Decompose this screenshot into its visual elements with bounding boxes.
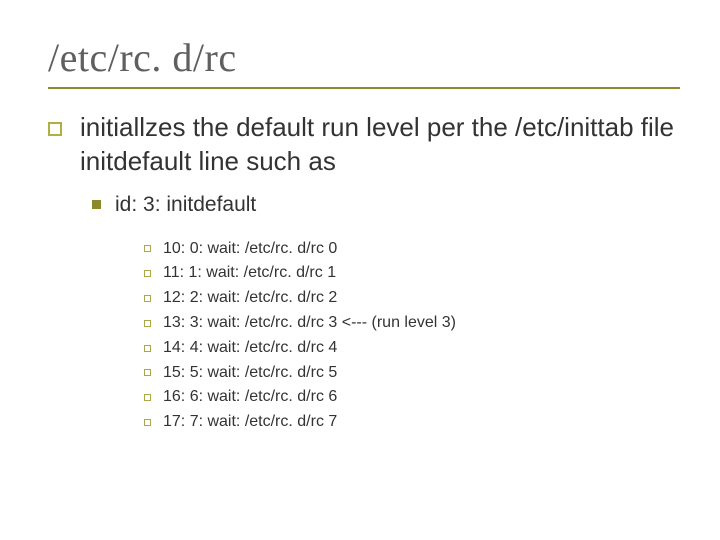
bullet-level2: id: 3: initdefault bbox=[92, 193, 680, 217]
mini-square-bullet-icon bbox=[144, 245, 151, 252]
mini-square-bullet-icon bbox=[144, 419, 151, 426]
list-item: 13: 3: wait: /etc/rc. d/rc 3 <--- (run l… bbox=[144, 311, 680, 336]
list-item: 12: 2: wait: /etc/rc. d/rc 2 bbox=[144, 286, 680, 311]
mini-square-bullet-icon bbox=[144, 394, 151, 401]
slide: /etc/rc. d/rc initiallzes the default ru… bbox=[0, 0, 720, 435]
list-item: 15: 5: wait: /etc/rc. d/rc 5 bbox=[144, 361, 680, 386]
list-item: 10: 0: wait: /etc/rc. d/rc 0 bbox=[144, 237, 680, 262]
level2-text: id: 3: initdefault bbox=[115, 193, 256, 217]
level3-list: 10: 0: wait: /etc/rc. d/rc 0 11: 1: wait… bbox=[144, 237, 680, 435]
line-text: 11: 1: wait: /etc/rc. d/rc 1 bbox=[163, 261, 336, 286]
line-text: 17: 7: wait: /etc/rc. d/rc 7 bbox=[163, 410, 337, 435]
line-text: 13: 3: wait: /etc/rc. d/rc 3 <--- (run l… bbox=[163, 311, 456, 336]
list-item: 14: 4: wait: /etc/rc. d/rc 4 bbox=[144, 336, 680, 361]
bullet-level1: initiallzes the default run level per th… bbox=[48, 111, 680, 179]
list-item: 16: 6: wait: /etc/rc. d/rc 6 bbox=[144, 385, 680, 410]
list-item: 17: 7: wait: /etc/rc. d/rc 7 bbox=[144, 410, 680, 435]
mini-square-bullet-icon bbox=[144, 295, 151, 302]
mini-square-bullet-icon bbox=[144, 320, 151, 327]
title-underline bbox=[48, 87, 680, 89]
line-text: 12: 2: wait: /etc/rc. d/rc 2 bbox=[163, 286, 337, 311]
mini-square-bullet-icon bbox=[144, 345, 151, 352]
list-item: 11: 1: wait: /etc/rc. d/rc 1 bbox=[144, 261, 680, 286]
open-square-bullet-icon bbox=[48, 122, 62, 136]
line-text: 10: 0: wait: /etc/rc. d/rc 0 bbox=[163, 237, 337, 262]
solid-square-bullet-icon bbox=[92, 200, 101, 209]
line-text: 16: 6: wait: /etc/rc. d/rc 6 bbox=[163, 385, 337, 410]
line-text: 14: 4: wait: /etc/rc. d/rc 4 bbox=[163, 336, 337, 361]
level1-text: initiallzes the default run level per th… bbox=[80, 111, 680, 179]
mini-square-bullet-icon bbox=[144, 270, 151, 277]
mini-square-bullet-icon bbox=[144, 369, 151, 376]
slide-title: /etc/rc. d/rc bbox=[48, 34, 680, 81]
line-text: 15: 5: wait: /etc/rc. d/rc 5 bbox=[163, 361, 337, 386]
